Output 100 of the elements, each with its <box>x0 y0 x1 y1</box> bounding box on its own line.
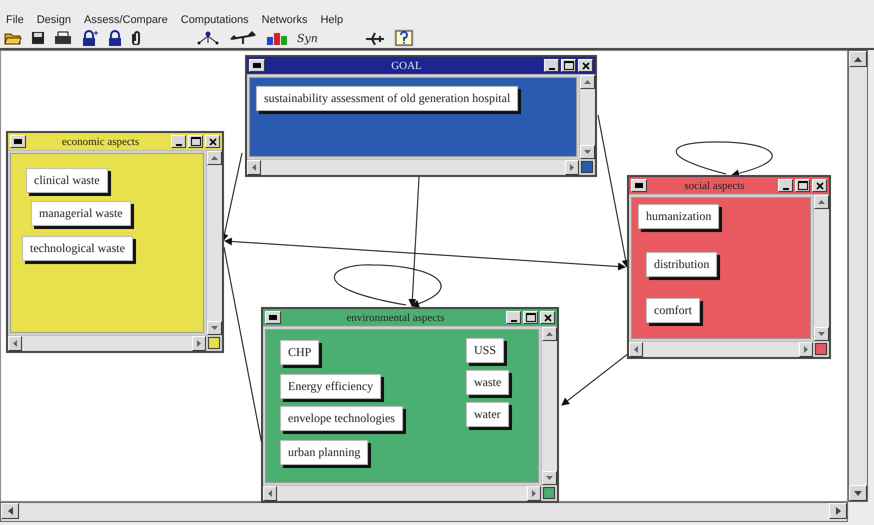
menu-item[interactable]: Computations <box>180 14 249 26</box>
scroll-right-button[interactable] <box>565 160 579 175</box>
minimize-icon <box>176 144 182 146</box>
scroll-up-button[interactable] <box>814 195 829 209</box>
node-button[interactable]: USS <box>466 338 504 363</box>
horizontal-scrollbar[interactable] <box>0 502 848 522</box>
scroll-right-button[interactable] <box>527 486 541 501</box>
minimize-button[interactable] <box>506 311 521 324</box>
node-button[interactable]: comfort <box>646 298 700 323</box>
node-button[interactable]: water <box>466 402 509 427</box>
window-title: social aspects <box>683 180 746 192</box>
scroll-right-button[interactable] <box>192 336 206 351</box>
maximize-button[interactable] <box>188 135 203 148</box>
minimize-button[interactable] <box>544 59 559 72</box>
scroll-left-button[interactable] <box>8 336 22 351</box>
minimize-button[interactable] <box>171 135 186 148</box>
maximize-icon <box>526 313 536 322</box>
menu-item[interactable]: Networks <box>262 14 308 26</box>
right-arrow-icon <box>570 164 574 171</box>
lock-icon[interactable] <box>108 30 122 46</box>
left-arrow-icon <box>252 164 256 171</box>
connector-arrow <box>561 352 630 406</box>
scroll-right-button[interactable] <box>829 503 847 519</box>
scroll-down-button[interactable] <box>814 327 829 341</box>
vertical-scrollbar[interactable] <box>848 50 868 502</box>
node-button[interactable]: envelope technologies <box>280 406 403 431</box>
vertical-scrollbar[interactable] <box>579 75 595 159</box>
bar-chart-icon[interactable] <box>266 31 288 45</box>
bar-icon <box>269 315 277 320</box>
down-arrow-icon <box>546 476 553 480</box>
right-arrow-icon <box>532 490 536 497</box>
close-button[interactable] <box>812 179 827 192</box>
horizontal-scrollbar[interactable] <box>629 341 813 357</box>
system-menu-button[interactable] <box>265 311 281 324</box>
node-button[interactable]: distribution <box>646 252 718 277</box>
system-menu-button[interactable] <box>631 179 647 192</box>
maximize-icon <box>190 137 200 146</box>
vertical-scrollbar[interactable] <box>541 327 557 485</box>
left-arrow-icon <box>8 507 12 515</box>
system-menu-button[interactable] <box>249 59 265 72</box>
scroll-up-button[interactable] <box>849 51 867 67</box>
menu-item[interactable]: Assess/Compare <box>84 14 168 26</box>
left-arrow-icon <box>268 490 272 497</box>
scroll-right-button[interactable] <box>799 342 813 357</box>
node-button[interactable]: managerial waste <box>31 201 131 226</box>
scroll-down-button[interactable] <box>580 145 595 159</box>
minimize-icon <box>548 68 554 70</box>
up-arrow-icon <box>584 80 591 84</box>
right-arrow-icon <box>197 340 201 347</box>
open-folder-icon[interactable] <box>4 31 22 45</box>
lock-plus-icon[interactable] <box>81 30 99 46</box>
scroll-up-button[interactable] <box>207 151 222 165</box>
scroll-left-button[interactable] <box>629 342 643 357</box>
close-button[interactable] <box>540 311 555 324</box>
scroll-up-button[interactable] <box>542 327 557 341</box>
minimize-icon <box>510 320 516 322</box>
menu-item[interactable]: Design <box>36 14 71 26</box>
node-button[interactable]: CHP <box>280 340 320 365</box>
maximize-button[interactable] <box>561 59 576 72</box>
system-menu-button[interactable] <box>10 135 26 148</box>
save-icon[interactable] <box>31 31 45 45</box>
node-button[interactable]: clinical waste <box>26 168 108 193</box>
horizontal-scrollbar[interactable] <box>247 159 579 175</box>
window-title: economic aspects <box>60 136 140 148</box>
close-icon <box>544 314 552 322</box>
paperclip-icon[interactable] <box>131 31 141 45</box>
node-button[interactable]: waste <box>466 370 510 395</box>
menu-item[interactable]: Help <box>320 14 344 26</box>
menu-item[interactable]: File <box>6 14 24 26</box>
scroll-up-button[interactable] <box>580 75 595 89</box>
node-button[interactable]: sustainability assessment of old generation hospital <box>256 86 518 111</box>
scroll-down-button[interactable] <box>542 471 557 485</box>
scroll-left-button[interactable] <box>1 503 19 519</box>
synthesize-button[interactable]: Syn <box>297 32 318 44</box>
up-arrow-icon <box>211 156 218 160</box>
scroll-down-button[interactable] <box>207 321 222 335</box>
down-arrow-icon <box>818 332 825 336</box>
network-icon[interactable] <box>196 31 220 45</box>
node-button[interactable]: Energy efficiency <box>280 374 382 399</box>
vertical-scrollbar[interactable] <box>206 151 222 335</box>
maximize-button[interactable] <box>795 179 810 192</box>
scroll-down-button[interactable] <box>849 485 867 501</box>
up-arrow-icon <box>854 56 862 62</box>
close-button[interactable] <box>205 135 220 148</box>
node-button[interactable]: technological waste <box>22 236 133 261</box>
node-button[interactable]: humanization <box>638 204 720 229</box>
maximize-button[interactable] <box>523 311 538 324</box>
printer-icon[interactable] <box>54 31 72 45</box>
scroll-left-button[interactable] <box>263 486 277 501</box>
horizontal-scrollbar[interactable] <box>8 335 206 351</box>
node-button[interactable]: urban planning <box>280 440 368 465</box>
window-title: GOAL <box>390 60 423 72</box>
help-icon[interactable] <box>394 29 414 47</box>
balance-scale-icon[interactable] <box>229 31 257 45</box>
horizontal-scrollbar[interactable] <box>263 485 541 501</box>
scroll-left-button[interactable] <box>247 160 261 175</box>
close-button[interactable] <box>578 59 593 72</box>
close-icon <box>582 62 590 70</box>
minimize-button[interactable] <box>778 179 793 192</box>
vertical-scrollbar[interactable] <box>813 195 829 341</box>
